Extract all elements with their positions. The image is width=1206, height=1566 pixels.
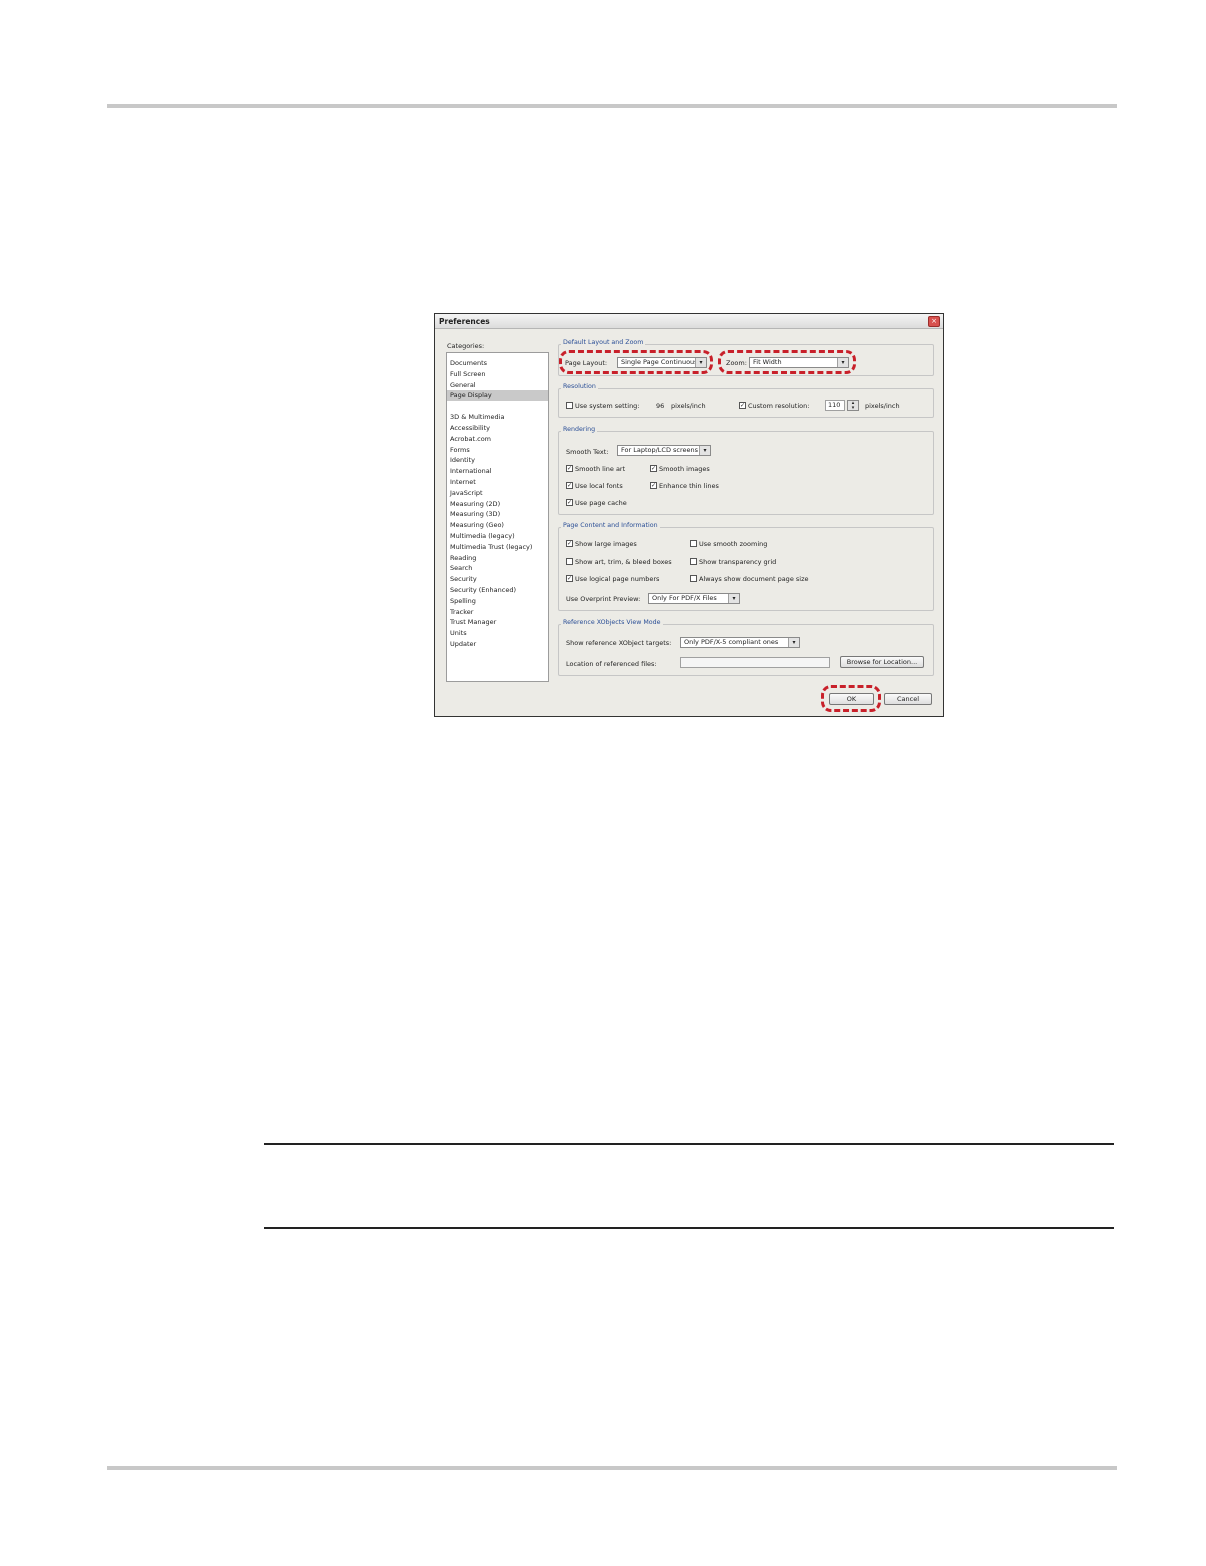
dialog-titlebar: Preferences × xyxy=(435,314,943,329)
category-item[interactable]: Full Screen xyxy=(447,369,548,380)
logical-page-numbers-checkbox[interactable]: ✓ xyxy=(566,575,573,582)
always-show-page-size-label: Always show document page size xyxy=(699,575,809,583)
ok-highlight xyxy=(821,685,881,712)
overprint-select[interactable]: Only For PDF/X Files ▾ xyxy=(648,593,740,604)
page-layout-highlight xyxy=(559,350,713,374)
category-item[interactable]: Documents xyxy=(447,358,548,369)
xobjects-group-label: Reference XObjects View Mode xyxy=(561,619,663,626)
category-item[interactable]: General xyxy=(447,380,548,391)
category-item[interactable]: Multimedia (legacy) xyxy=(447,531,548,542)
custom-resolution-label: Custom resolution: xyxy=(748,402,810,410)
chevron-down-icon: ▾ xyxy=(788,638,799,647)
use-system-label: Use system setting: xyxy=(575,402,640,410)
note-top-rule xyxy=(264,1143,1114,1145)
system-resolution-value: 96 xyxy=(656,402,665,410)
smooth-images-checkbox[interactable]: ✓ xyxy=(650,465,657,472)
use-smooth-zooming-label: Use smooth zooming xyxy=(699,540,768,548)
use-page-cache-label: Use page cache xyxy=(575,499,627,507)
overprint-label: Use Overprint Preview: xyxy=(566,595,641,603)
resolution-group-label: Resolution xyxy=(561,383,598,390)
location-input[interactable] xyxy=(680,657,830,668)
category-item[interactable]: Measuring (3D) xyxy=(447,509,548,520)
category-item[interactable]: Internet xyxy=(447,477,548,488)
smooth-text-select[interactable]: For Laptop/LCD screens ▾ xyxy=(617,445,711,456)
page-content-group-label: Page Content and Information xyxy=(561,522,660,529)
category-item[interactable]: Measuring (Geo) xyxy=(447,520,548,531)
location-label: Location of referenced files: xyxy=(566,660,657,668)
resolution-group: Resolution Use system setting: 96 pixels… xyxy=(558,383,934,418)
show-transparency-grid-checkbox[interactable] xyxy=(690,558,697,565)
category-item[interactable]: Page Display xyxy=(447,390,548,402)
category-item[interactable]: Reading xyxy=(447,553,548,564)
categories-list[interactable]: Documents Full Screen General Page Display … xyxy=(446,352,549,682)
category-item[interactable]: International xyxy=(447,466,548,477)
xobject-targets-label: Show reference XObject targets: xyxy=(566,639,672,647)
category-item[interactable]: Identity xyxy=(447,455,548,466)
custom-resolution-value: 110 xyxy=(828,401,841,409)
logical-page-numbers-label: Use logical page numbers xyxy=(575,575,660,583)
use-page-cache-checkbox[interactable]: ✓ xyxy=(566,499,573,506)
category-item[interactable]: Security (Enhanced) xyxy=(447,585,548,596)
smooth-text-label: Smooth Text: xyxy=(566,448,609,456)
chevron-down-icon: ▾ xyxy=(728,594,739,603)
browse-location-button[interactable]: Browse for Location... xyxy=(840,656,924,668)
resolution-spinner[interactable]: ▴ ▾ xyxy=(847,400,859,411)
show-large-images-checkbox[interactable]: ✓ xyxy=(566,540,573,547)
use-local-fonts-label: Use local fonts xyxy=(575,482,623,490)
category-item[interactable]: Spelling xyxy=(447,596,548,607)
category-item[interactable]: Security xyxy=(447,574,548,585)
xobjects-group: Reference XObjects View Mode Show refere… xyxy=(558,619,934,676)
custom-resolution-unit: pixels/inch xyxy=(865,402,900,410)
system-resolution-unit: pixels/inch xyxy=(671,402,706,410)
rendering-group: Rendering Smooth Text: For Laptop/LCD sc… xyxy=(558,426,934,515)
custom-resolution-input[interactable]: 110 xyxy=(825,400,845,411)
category-item[interactable]: Updater xyxy=(447,639,548,650)
enhance-thin-lines-label: Enhance thin lines xyxy=(659,482,719,490)
layout-group-label: Default Layout and Zoom xyxy=(561,339,646,346)
cancel-button[interactable]: Cancel xyxy=(884,693,932,705)
xobject-targets-select[interactable]: Only PDF/X-5 compliant ones ▾ xyxy=(680,637,800,648)
category-item[interactable]: Units xyxy=(447,628,548,639)
category-item[interactable]: Accessibility xyxy=(447,423,548,434)
overprint-value: Only For PDF/X Files xyxy=(652,594,717,602)
category-item[interactable]: Forms xyxy=(447,445,548,456)
xobject-targets-value: Only PDF/X-5 compliant ones xyxy=(684,638,779,646)
dialog-title: Preferences xyxy=(439,317,490,326)
zoom-highlight xyxy=(718,350,856,374)
show-boxes-checkbox[interactable] xyxy=(566,558,573,565)
show-large-images-label: Show large images xyxy=(575,540,637,548)
category-item[interactable]: Trust Manager xyxy=(447,617,548,628)
categories-label: Categories: xyxy=(447,342,485,350)
category-item[interactable]: Acrobat.com xyxy=(447,434,548,445)
show-boxes-label: Show art, trim, & bleed boxes xyxy=(575,558,672,566)
category-item[interactable]: Search xyxy=(447,563,548,574)
always-show-page-size-checkbox[interactable] xyxy=(690,575,697,582)
chevron-down-icon: ▾ xyxy=(699,446,710,455)
category-item[interactable]: JavaScript xyxy=(447,488,548,499)
category-item[interactable]: Tracker xyxy=(447,607,548,618)
spin-down-icon[interactable]: ▾ xyxy=(848,405,858,411)
category-item[interactable]: 3D & Multimedia xyxy=(447,412,548,423)
rendering-group-label: Rendering xyxy=(561,426,598,433)
close-icon[interactable]: × xyxy=(928,316,940,327)
page-content-group: Page Content and Information ✓ Show larg… xyxy=(558,522,934,611)
category-item[interactable]: Multimedia Trust (legacy) xyxy=(447,542,548,553)
header-rule xyxy=(107,104,1117,108)
use-system-checkbox[interactable] xyxy=(566,402,573,409)
smooth-text-value: For Laptop/LCD screens xyxy=(621,446,699,454)
smooth-line-art-checkbox[interactable]: ✓ xyxy=(566,465,573,472)
footer-rule xyxy=(107,1466,1117,1470)
use-smooth-zooming-checkbox[interactable] xyxy=(690,540,697,547)
smooth-images-label: Smooth images xyxy=(659,465,710,473)
note-bottom-rule xyxy=(264,1227,1114,1229)
category-item[interactable]: Measuring (2D) xyxy=(447,499,548,510)
enhance-thin-lines-checkbox[interactable]: ✓ xyxy=(650,482,657,489)
show-transparency-grid-label: Show transparency grid xyxy=(699,558,777,566)
custom-resolution-checkbox[interactable]: ✓ xyxy=(739,402,746,409)
use-local-fonts-checkbox[interactable]: ✓ xyxy=(566,482,573,489)
smooth-line-art-label: Smooth line art xyxy=(575,465,626,473)
